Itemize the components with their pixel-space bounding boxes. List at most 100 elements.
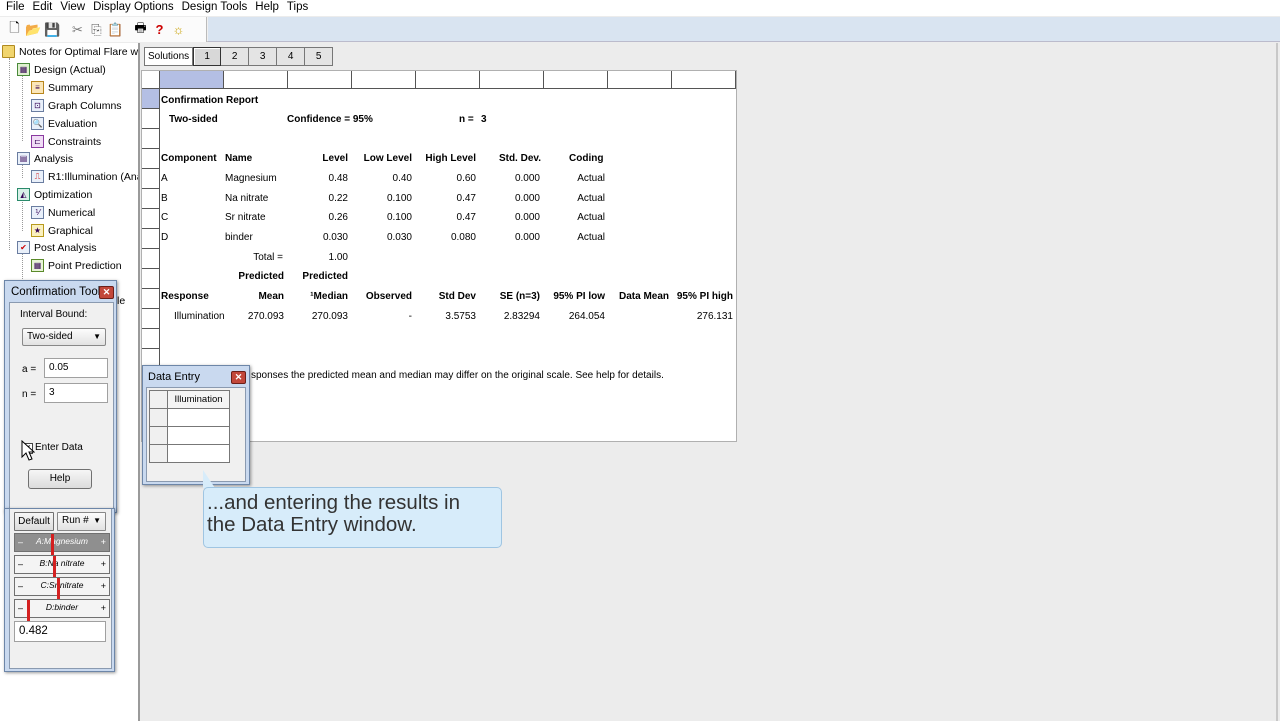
save-icon[interactable]: 💾 <box>43 21 62 39</box>
menu-edit[interactable]: Edit <box>29 0 57 16</box>
menu-tips[interactable]: Tips <box>283 0 312 16</box>
grid-col-header[interactable] <box>672 71 736 89</box>
increase-icon[interactable]: + <box>101 603 106 613</box>
increase-icon[interactable]: + <box>101 559 106 569</box>
data-entry-row-header[interactable] <box>149 444 168 463</box>
predicted-header-1: Predicted <box>238 271 284 282</box>
open-icon[interactable]: 📂 <box>24 21 43 39</box>
solution-tab-1[interactable]: 1 <box>193 47 222 66</box>
slider-a-magnesium[interactable]: – A:Magnesium + <box>14 533 110 555</box>
tree-item-r1-illumination[interactable]: ⎍ R1:Illumination (Anal <box>31 168 138 185</box>
grid-row-header[interactable] <box>142 109 160 129</box>
help-button[interactable]: Help <box>28 469 92 489</box>
grid-row-header[interactable] <box>142 249 160 269</box>
tree-item-analysis[interactable]: ▤ Analysis <box>17 150 73 167</box>
grid-row-header[interactable] <box>142 169 160 189</box>
grid-row-header[interactable] <box>142 189 160 209</box>
alpha-input[interactable]: 0.05 <box>44 358 108 378</box>
close-icon[interactable]: ✕ <box>231 371 246 384</box>
tree-item-numerical[interactable]: ⅟ Numerical <box>31 204 95 221</box>
slider-c-handle[interactable] <box>57 578 60 599</box>
resp-header-median: ¹Median <box>310 291 348 302</box>
grid-row-header[interactable] <box>142 129 160 149</box>
grid-col-header[interactable] <box>352 71 416 89</box>
tree-item-optimization[interactable]: ◭ Optimization <box>17 186 92 203</box>
slider-c-sr-nitrate[interactable]: – C:Sr nitrate + <box>14 577 110 599</box>
menu-file[interactable]: File <box>2 0 29 16</box>
tree-item-partial[interactable]: le <box>117 292 125 309</box>
grid-col-header[interactable] <box>416 71 480 89</box>
solution-tab-2[interactable]: 2 <box>221 47 250 66</box>
grid-row-header[interactable] <box>142 229 160 249</box>
cut-icon[interactable]: ✂ <box>68 21 87 39</box>
tree-label-evaluation: Evaluation <box>48 117 98 130</box>
tree-item-graphical[interactable]: ★ Graphical <box>31 222 93 239</box>
interval-bound-select[interactable]: Two-sided ▼ <box>22 328 106 346</box>
slider-a-handle[interactable] <box>51 534 54 555</box>
grid-corner[interactable] <box>142 71 160 89</box>
row-d-high: 0.080 <box>450 232 476 243</box>
data-entry-row-header[interactable] <box>149 426 168 445</box>
data-entry-row-header[interactable] <box>149 408 168 427</box>
run-number-select[interactable]: Run # ▼ <box>57 512 106 531</box>
tree-item-design[interactable]: ▦ Design (Actual) <box>17 61 106 78</box>
report-footnote: sponses the predicted mean and median ma… <box>251 370 664 381</box>
tree-item-post-analysis[interactable]: ✔ Post Analysis <box>17 239 96 256</box>
grid-row-header[interactable] <box>142 309 160 329</box>
row-c-high: 0.47 <box>456 212 476 223</box>
grid-col-header[interactable] <box>288 71 352 89</box>
slider-b-handle[interactable] <box>53 556 56 577</box>
numerical-icon: ⅟ <box>31 206 44 219</box>
menu-design-tools[interactable]: Design Tools <box>178 0 252 16</box>
help-icon[interactable]: ? <box>150 21 169 39</box>
grid-col-header[interactable] <box>224 71 288 89</box>
grid-row-header[interactable] <box>142 209 160 229</box>
tree-item-summary[interactable]: ≡ Summary <box>31 79 93 96</box>
solution-tab-4[interactable]: 4 <box>277 47 306 66</box>
menu-display-options[interactable]: Display Options <box>89 0 178 16</box>
menu-help[interactable]: Help <box>251 0 283 16</box>
tree-item-graph-columns[interactable]: ⊡ Graph Columns <box>31 97 122 114</box>
tree-root[interactable]: Notes for Optimal Flare wit <box>2 43 138 60</box>
tree-item-evaluation[interactable]: 🔍 Evaluation <box>31 115 97 132</box>
data-entry-cell[interactable] <box>167 426 230 445</box>
factor-value-field[interactable]: 0.482 <box>14 621 106 642</box>
close-icon[interactable]: ✕ <box>99 286 114 299</box>
constraints-icon: ⊏ <box>31 135 44 148</box>
data-entry-corner[interactable] <box>149 390 168 409</box>
tip-icon[interactable]: ☼ <box>169 21 188 39</box>
print-icon[interactable]: 🖶 <box>131 20 150 39</box>
default-button[interactable]: Default <box>14 512 54 531</box>
grid-col-header[interactable] <box>544 71 608 89</box>
resp-header-stddev: Std Dev <box>438 291 476 302</box>
run-number-label: Run # <box>62 515 89 526</box>
chevron-down-icon: ▼ <box>93 332 101 341</box>
grid-row-header[interactable] <box>142 149 160 169</box>
paste-icon[interactable]: 📋 <box>106 21 125 39</box>
slider-d-binder[interactable]: – D:binder + <box>14 599 110 621</box>
n-input[interactable]: 3 <box>44 383 108 403</box>
menu-view[interactable]: View <box>56 0 89 16</box>
grid-row-header[interactable] <box>142 269 160 289</box>
copy-icon[interactable]: ⎘ <box>87 21 106 39</box>
grid-col-header[interactable] <box>160 71 224 89</box>
data-entry-cell[interactable] <box>167 444 230 463</box>
tree-item-point-prediction[interactable]: ▦ Point Prediction <box>31 257 122 274</box>
grid-row-header[interactable] <box>142 89 160 109</box>
solution-tab-3[interactable]: 3 <box>249 47 278 66</box>
tree-item-constraints[interactable]: ⊏ Constraints <box>31 133 101 150</box>
increase-icon[interactable]: + <box>101 581 106 591</box>
data-entry-title: Data Entry <box>148 371 200 383</box>
new-icon[interactable]: 🗋 <box>5 20 24 39</box>
grid-row-header[interactable] <box>142 329 160 349</box>
grid-col-header[interactable] <box>480 71 544 89</box>
slider-d-handle[interactable] <box>27 600 30 621</box>
col-header-level: Level <box>322 153 348 164</box>
data-entry-cell[interactable] <box>167 408 230 427</box>
point-prediction-icon: ▦ <box>31 259 44 272</box>
increase-icon[interactable]: + <box>101 537 106 547</box>
grid-col-header[interactable] <box>608 71 672 89</box>
solution-tab-5[interactable]: 5 <box>305 47 334 66</box>
slider-b-na-nitrate[interactable]: – B:Na nitrate + <box>14 555 110 577</box>
grid-row-header[interactable] <box>142 289 160 309</box>
